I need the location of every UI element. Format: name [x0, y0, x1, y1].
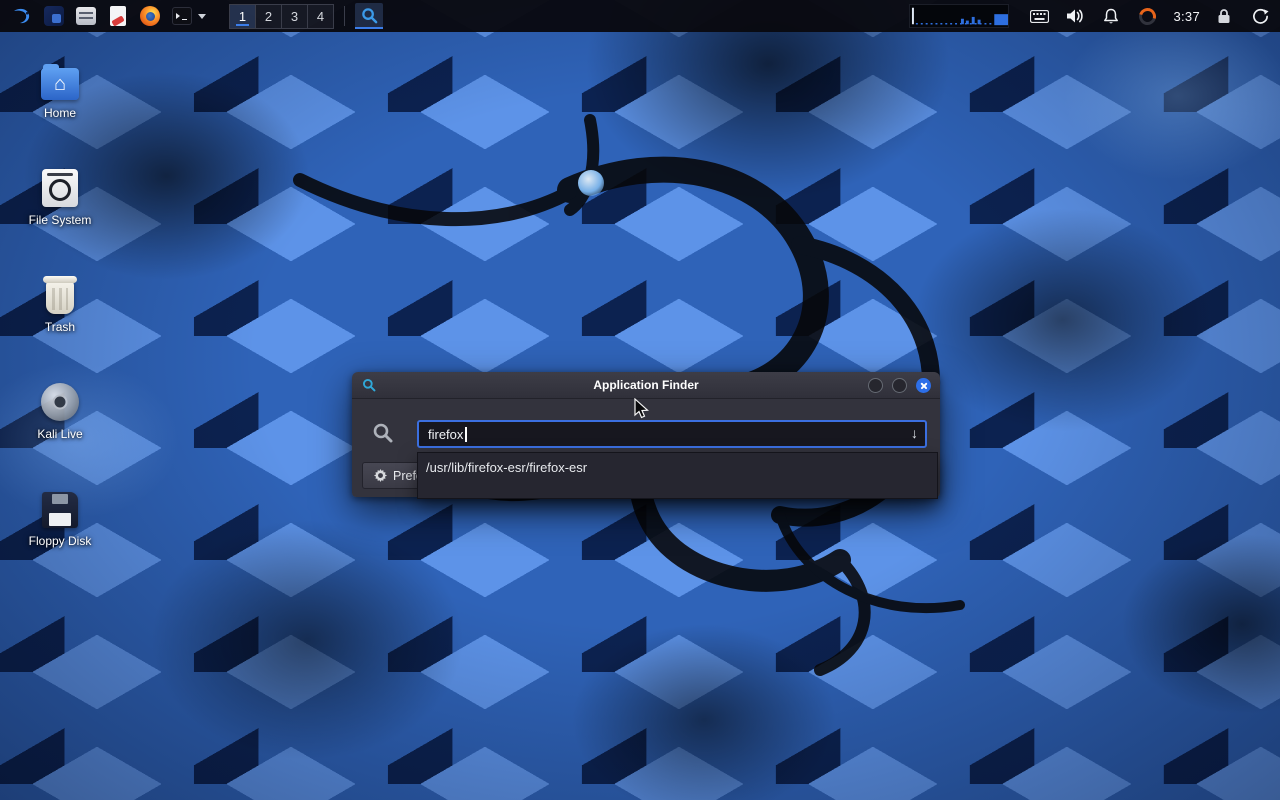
desktop-icon-trash[interactable]: Trash [12, 270, 108, 334]
workspace-2[interactable]: 2 [255, 4, 282, 29]
completion-popup: /usr/lib/firefox-esr/firefox-esr [417, 452, 938, 499]
system-monitor-graph[interactable] [909, 4, 1009, 28]
floppy-disk-icon [42, 492, 78, 528]
clock[interactable]: 3:37 [1173, 9, 1200, 24]
search-input[interactable]: firefox ↓ [417, 420, 927, 448]
live-disc-icon [41, 383, 79, 421]
minimize-button[interactable] [868, 378, 883, 393]
text-caret [465, 427, 467, 442]
power-session-icon[interactable] [1248, 3, 1272, 29]
search-input-value: firefox [428, 427, 463, 442]
wallpaper-orb [578, 170, 604, 196]
maximize-button[interactable] [892, 378, 907, 393]
trash-can-icon [46, 280, 74, 314]
gear-icon [374, 469, 387, 482]
text-editor-icon[interactable] [104, 2, 132, 30]
terminal-icon[interactable] [168, 2, 196, 30]
dropdown-arrow-icon[interactable]: ↓ [911, 425, 918, 441]
file-manager-icon[interactable] [72, 2, 100, 30]
desktop-icon-home[interactable]: ⌂ Home [12, 56, 108, 120]
search-icon [372, 422, 394, 449]
kali-menu-icon[interactable] [8, 2, 36, 30]
titlebar[interactable]: Application Finder [352, 372, 940, 399]
window-body: firefox ↓ Preferences /usr/lib/firefox-e… [352, 399, 940, 497]
panel-separator [344, 6, 345, 26]
home-folder-icon: ⌂ [41, 68, 79, 100]
notifications-bell-icon[interactable] [1099, 3, 1123, 29]
application-finder-launcher-icon[interactable] [355, 3, 383, 29]
desktop-icon-file-system[interactable]: File System [12, 163, 108, 227]
desktop-icon-label: Floppy Disk [29, 534, 92, 548]
desktop: 1 2 3 4 [0, 0, 1280, 800]
workspace-4[interactable]: 4 [307, 4, 334, 29]
window-app-icon[interactable] [40, 2, 68, 30]
desktop-icon-floppy-disk[interactable]: Floppy Disk [12, 484, 108, 548]
workspace-switcher: 1 2 3 4 [230, 4, 334, 29]
updates-status-icon[interactable] [1135, 3, 1159, 29]
desktop-icon-label: Kali Live [37, 427, 82, 441]
top-panel: 1 2 3 4 [0, 0, 1280, 32]
keyboard-icon[interactable] [1027, 3, 1051, 29]
desktop-icon-label: Trash [45, 320, 75, 334]
firefox-icon[interactable] [136, 2, 164, 30]
desktop-icon-label: File System [29, 213, 92, 227]
workspace-3[interactable]: 3 [281, 4, 308, 29]
chevron-down-icon[interactable] [196, 3, 208, 29]
volume-icon[interactable] [1063, 3, 1087, 29]
application-finder-window: Application Finder firefox ↓ [352, 372, 940, 497]
workspace-1[interactable]: 1 [229, 4, 256, 29]
desktop-icon-kali-live[interactable]: Kali Live [12, 377, 108, 441]
lock-icon[interactable] [1212, 3, 1236, 29]
file-system-drive-icon [42, 169, 78, 207]
desktop-icon-label: Home [44, 106, 76, 120]
completion-item[interactable]: /usr/lib/firefox-esr/firefox-esr [418, 453, 937, 482]
window-title: Application Finder [352, 378, 940, 392]
close-button[interactable] [916, 378, 931, 393]
